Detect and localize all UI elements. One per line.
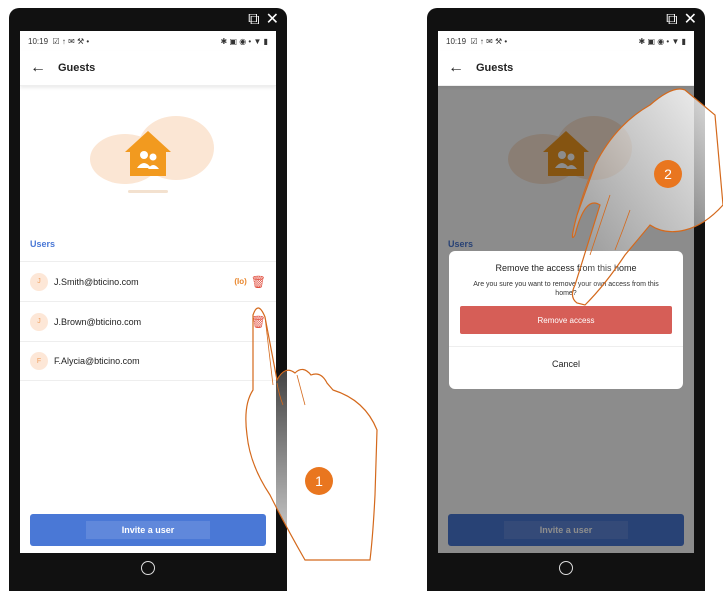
avatar: J (30, 312, 48, 331)
self-badge: (Io) (234, 277, 247, 286)
home-button-icon[interactable] (141, 561, 155, 575)
back-arrow-icon[interactable]: ← (448, 59, 470, 77)
close-icon[interactable]: ✕ (266, 12, 279, 28)
external-link-icon[interactable]: ⧉ (666, 12, 677, 28)
page-title: Guests (476, 62, 514, 74)
notification-icons: ☑ ↑ ✉ ⚒ • (470, 36, 508, 46)
trash-icon[interactable]: 🗑 (251, 275, 266, 289)
users-section-label: Users (30, 239, 56, 249)
status-time: 10:19 (446, 36, 467, 46)
android-nav-bar (438, 553, 694, 583)
back-arrow-icon[interactable]: ← (30, 59, 52, 77)
system-icons: ✱ ▣ ◉ • ▼ ▮ (220, 36, 268, 46)
window-controls: ⧉ ✕ (666, 12, 697, 28)
status-bar: 10:19 ☑ ↑ ✉ ⚒ • ✱ ▣ ◉ • ▼ ▮ (20, 31, 276, 51)
hero-illustration (20, 86, 276, 224)
pointing-hand-illustration (571, 88, 723, 306)
app-bar: ← Guests (20, 51, 276, 86)
page-title: Guests (58, 62, 96, 74)
status-time: 10:19 (28, 36, 49, 46)
status-bar: 10:19 ☑ ↑ ✉ ⚒ • ✱ ▣ ◉ • ▼ ▮ (438, 31, 694, 51)
external-link-icon[interactable]: ⧉ (248, 12, 259, 28)
avatar: J (30, 272, 48, 291)
cancel-button[interactable]: Cancel (449, 359, 683, 369)
avatar: F (30, 352, 48, 370)
user-email: F.Alycia@bticino.com (54, 356, 140, 366)
home-icon (125, 131, 171, 176)
step-number-badge: 2 (654, 160, 682, 188)
user-email: J.Smith@bticino.com (54, 276, 139, 287)
remove-access-button[interactable]: Remove access (460, 306, 672, 334)
window-controls: ⧉ ✕ (248, 12, 279, 28)
close-icon[interactable]: ✕ (684, 12, 697, 28)
illustration-shadow (128, 190, 168, 193)
home-button-icon[interactable] (559, 561, 573, 575)
step-number-badge: 1 (305, 467, 333, 495)
app-bar: ← Guests (438, 51, 694, 86)
system-icons: ✱ ▣ ◉ • ▼ ▮ (638, 36, 686, 46)
notification-icons: ☑ ↑ ✉ ⚒ • (52, 36, 90, 46)
user-email: J.Brown@bticino.com (54, 316, 142, 327)
dialog-divider (449, 346, 683, 347)
pointing-hand-illustration (245, 307, 378, 561)
invite-button-label: Invite a user (85, 521, 211, 539)
